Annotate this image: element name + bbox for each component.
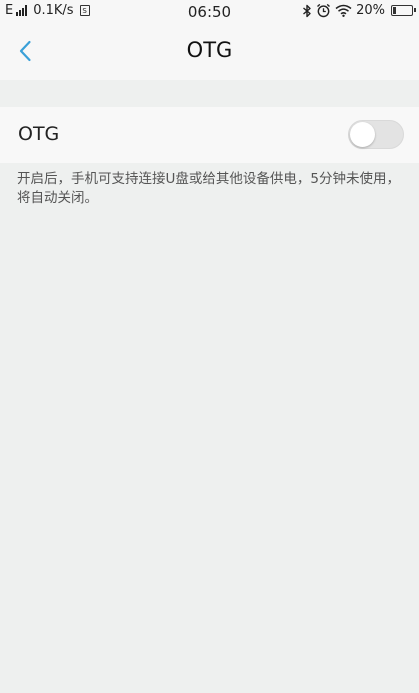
toggle-knob	[350, 122, 375, 147]
battery-percent: 20%	[356, 3, 385, 18]
page-title: OTG	[186, 38, 233, 62]
status-bar-right: 20%	[302, 3, 416, 18]
battery-level-fill	[393, 7, 396, 14]
status-bar: E 0.1K/s S 06:50 20%	[0, 0, 419, 22]
alarm-icon	[317, 3, 331, 18]
otg-setting-row[interactable]: OTG	[0, 107, 419, 163]
otg-setting-label: OTG	[18, 123, 60, 145]
bluetooth-icon	[303, 4, 311, 17]
title-bar: OTG	[0, 22, 419, 80]
otg-description: 开启后，手机可支持连接U盘或给其他设备供电，5分钟未使用，将自动关闭。	[17, 171, 400, 206]
wifi-icon	[335, 4, 352, 17]
battery-icon	[391, 5, 416, 16]
chevron-left-icon[interactable]	[14, 39, 38, 63]
otg-toggle[interactable]	[348, 120, 404, 149]
